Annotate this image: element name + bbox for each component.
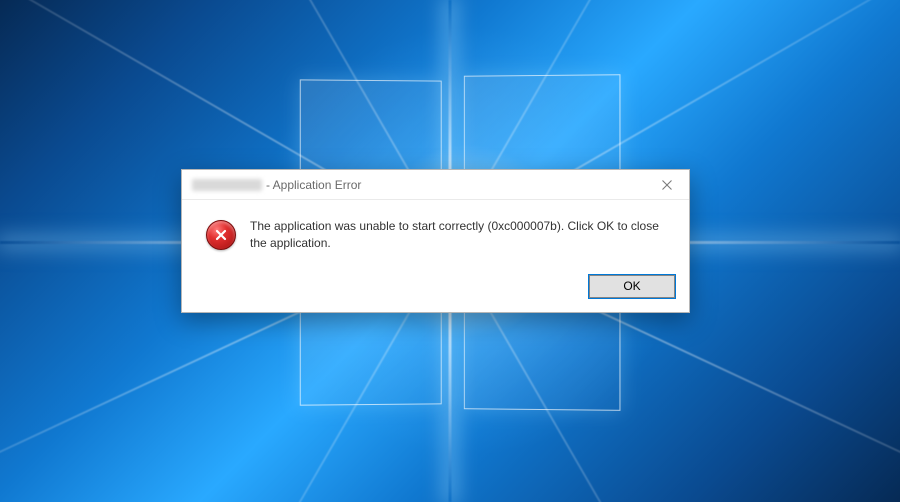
title-appname-obscured <box>192 179 262 191</box>
dialog-body: The application was unable to start corr… <box>182 200 689 261</box>
dialog-button-row: OK <box>182 261 689 312</box>
error-icon <box>206 220 236 250</box>
close-button[interactable] <box>644 170 689 200</box>
error-dialog: - Application Error The application was … <box>181 169 690 313</box>
ok-button[interactable]: OK <box>589 275 675 298</box>
error-message: The application was unable to start corr… <box>250 218 669 253</box>
dialog-title: - Application Error <box>266 178 361 192</box>
error-icon-container <box>206 218 236 253</box>
close-icon <box>662 180 672 190</box>
dialog-titlebar[interactable]: - Application Error <box>182 170 689 200</box>
